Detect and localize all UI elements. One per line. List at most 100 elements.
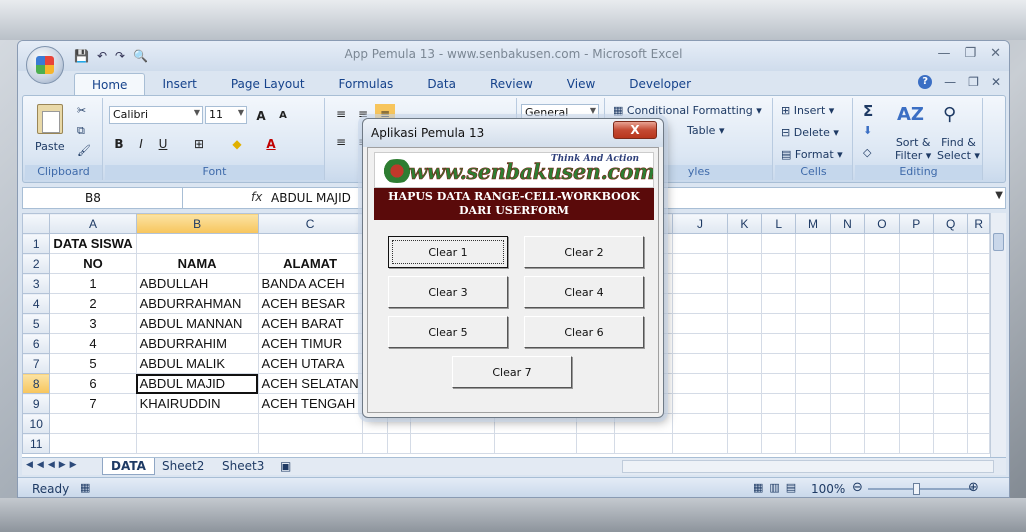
cell[interactable] [967,253,990,274]
cell[interactable] [898,373,934,394]
cell[interactable] [864,353,900,374]
cell[interactable] [761,273,797,294]
row-header[interactable]: 11 [22,433,51,454]
cell[interactable] [761,433,797,454]
binoculars-icon[interactable]: ⚲ [943,104,956,125]
cell[interactable] [967,393,990,414]
row-header[interactable]: 6 [22,333,51,354]
print-preview-icon[interactable]: 🔍 [133,49,148,63]
tab-formulas[interactable]: Formulas [322,73,411,95]
macro-record-icon[interactable]: ▦ [80,481,90,494]
cell[interactable]: 1 [49,273,137,294]
copy-icon[interactable]: ⧉ [77,124,85,138]
cell[interactable] [829,433,866,454]
dialog-title-bar[interactable]: Aplikasi Pemula 13 X [363,119,663,147]
cell[interactable] [135,413,259,434]
cell[interactable] [257,413,363,434]
insert-sheet-icon[interactable]: ▣ [272,458,299,475]
sheet-tab-sheet2[interactable]: Sheet2 [154,458,212,475]
cell[interactable] [386,433,412,454]
cell[interactable] [898,273,934,294]
cell[interactable]: NAMA [135,253,259,274]
cell[interactable] [967,233,990,254]
cell[interactable] [829,293,866,314]
cell[interactable] [898,393,934,414]
cell[interactable] [967,433,990,454]
cell[interactable] [795,393,831,414]
name-box[interactable]: B8 [23,188,183,208]
close-button[interactable]: ✕ [990,46,1001,61]
zoom-slider-thumb[interactable] [913,483,920,495]
tab-review[interactable]: Review [473,73,550,95]
cell[interactable] [898,333,934,354]
cell[interactable] [795,333,831,354]
format-as-table-button[interactable]: Table ▾ [687,124,724,137]
cell[interactable] [829,353,866,374]
cell[interactable] [614,433,674,454]
cell[interactable]: 6 [49,373,137,394]
shrink-font-icon[interactable]: A [273,106,293,124]
cell[interactable]: KHAIRUDDIN [135,393,259,414]
row-header[interactable]: 1 [22,233,51,254]
row-header[interactable]: 10 [22,413,51,434]
cell[interactable]: ABDUL MANNAN [135,313,259,334]
cell[interactable] [967,313,990,334]
row-header[interactable]: 7 [22,353,51,374]
cell[interactable]: 4 [49,333,137,354]
cell[interactable] [795,293,831,314]
cell[interactable] [726,273,763,294]
select-all-corner[interactable] [22,213,51,234]
align-top-icon[interactable]: ≡ [331,104,351,122]
cell[interactable] [761,413,797,434]
cell[interactable] [829,333,866,354]
row-header[interactable]: 2 [22,253,51,274]
find-select-button[interactable]: Find & Select ▾ [937,136,980,162]
cell[interactable]: ACEH BARAT [257,313,363,334]
autosum-icon[interactable]: Σ [863,102,873,120]
column-header-l[interactable]: L [761,213,797,234]
sheet-nav-arrows-icon[interactable]: ◀◀◀▶▶ [26,460,81,470]
cell[interactable] [761,373,797,394]
cell[interactable] [672,433,728,454]
column-header-p[interactable]: P [898,213,934,234]
italic-button[interactable]: I [131,134,151,152]
clear-7-button[interactable]: Clear 7 [452,356,572,388]
cell[interactable]: ACEH TIMUR [257,333,363,354]
row-header[interactable]: 8 [22,373,51,394]
sheet-tab-data[interactable]: DATA [102,458,155,475]
cell[interactable]: DATA SISWA [49,233,137,254]
cut-icon[interactable]: ✂ [77,104,86,117]
cell[interactable] [932,433,969,454]
cell[interactable]: ACEH BESAR [257,293,363,314]
cell[interactable]: ABDURRAHMAN [135,293,259,314]
cell[interactable] [864,373,900,394]
cell[interactable] [761,393,797,414]
cell[interactable] [361,433,388,454]
office-button[interactable] [26,46,64,84]
cell[interactable] [761,253,797,274]
cell[interactable] [672,313,728,334]
cell[interactable] [829,313,866,334]
cell[interactable] [795,273,831,294]
cell[interactable] [898,353,934,374]
cell[interactable] [49,433,137,454]
cell[interactable]: ALAMAT [257,253,363,274]
cell[interactable] [726,293,763,314]
cell[interactable]: ABDULLAH [135,273,259,294]
cell[interactable] [932,293,969,314]
cell[interactable]: ACEH UTARA [257,353,363,374]
cell[interactable]: NO [49,253,137,274]
cell[interactable] [576,433,616,454]
cell[interactable] [795,353,831,374]
underline-button[interactable]: U [153,134,173,152]
cell[interactable] [967,413,990,434]
column-header-c[interactable]: C [257,213,363,234]
cell[interactable] [761,293,797,314]
cell[interactable] [932,393,969,414]
cell[interactable] [932,333,969,354]
column-header-j[interactable]: J [672,213,728,234]
cell[interactable] [829,273,866,294]
paste-button[interactable]: Paste [35,140,65,153]
cell[interactable]: BANDA ACEH [257,273,363,294]
undo-icon[interactable]: ↶ [97,49,107,63]
